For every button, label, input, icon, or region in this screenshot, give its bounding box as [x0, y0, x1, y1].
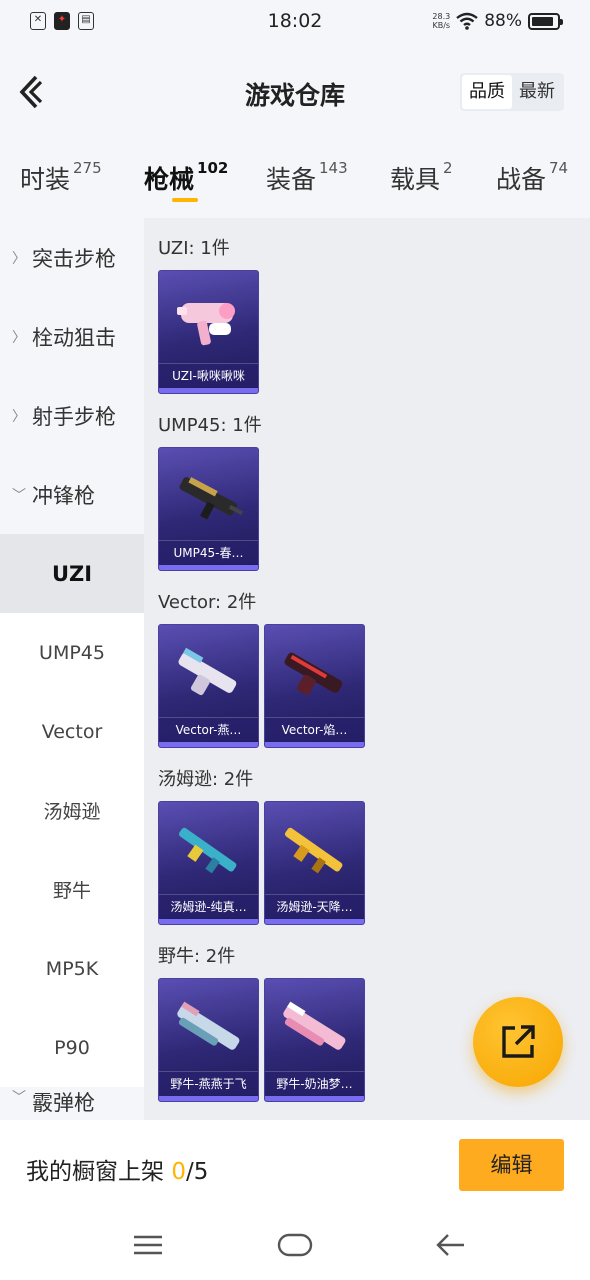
system-nav-bar: [0, 1216, 590, 1280]
sidebar-item-bizon[interactable]: 野牛: [0, 850, 144, 929]
sort-latest-button[interactable]: 最新: [512, 75, 562, 109]
rarity-bar: [159, 742, 258, 747]
item-card-bizon-1[interactable]: 野牛-燕燕于飞: [158, 978, 259, 1102]
vector-white-skin-image: [178, 647, 237, 696]
battery-percent: 88%: [484, 11, 522, 31]
bizon-teal-skin-image: [177, 1001, 240, 1050]
share-fab-button[interactable]: [473, 997, 563, 1087]
item-card-thompson-2[interactable]: 汤姆逊-天降…: [264, 801, 365, 925]
group-title-vector: Vector: 2件: [158, 592, 257, 613]
header: 游戏仓库 品质 最新: [0, 46, 590, 142]
group-title-uzi: UZI: 1件: [158, 238, 230, 259]
tab-equipment[interactable]: 装备 143: [266, 159, 348, 196]
vector-red-skin-image: [284, 652, 343, 696]
item-card-ump45[interactable]: UMP45-春…: [158, 447, 259, 571]
item-name: Vector-燕…: [159, 717, 258, 741]
system-back-button[interactable]: [434, 1230, 468, 1264]
item-name: 野牛-燕燕于飞: [159, 1071, 258, 1095]
item-card-thompson-1[interactable]: 汤姆逊-纯真…: [158, 801, 259, 925]
status-bar: ✕ ✦ ▤ 18:02 28.3 KB/s 88%: [0, 0, 590, 46]
showcase-count: 0: [171, 1159, 186, 1185]
item-card-vector-1[interactable]: Vector-燕…: [158, 624, 259, 748]
thompson-gold-skin-image: [284, 827, 343, 874]
showcase-status: 我的橱窗上架 0/5: [26, 1159, 209, 1185]
item-name: UZI-啾咪啾咪: [159, 363, 258, 387]
item-name: UMP45-春…: [159, 540, 258, 564]
edit-button[interactable]: 编辑: [459, 1139, 564, 1191]
wifi-icon: [456, 12, 478, 30]
menu-button[interactable]: [132, 1230, 164, 1264]
battery-icon: [528, 12, 563, 30]
sidebar-item-mp5k[interactable]: MP5K: [0, 929, 144, 1008]
sidebar-item-ump45[interactable]: UMP45: [0, 613, 144, 692]
ump45-skin-image: [179, 477, 244, 520]
sidebar-item-p90[interactable]: P90: [0, 1008, 144, 1087]
sidebar: 〉 突击步枪 〉 栓动狙击 〉 射手步枪 ﹀ 冲锋枪 UZI UMP45 Vec…: [0, 218, 144, 1120]
group-title-thompson: 汤姆逊: 2件: [158, 769, 254, 790]
tab-firearms[interactable]: 枪械 102: [144, 159, 228, 196]
share-export-icon: [502, 1025, 535, 1058]
tab-supplies[interactable]: 战备 74: [496, 159, 568, 196]
active-tab-indicator: [172, 198, 198, 202]
category-tabs: 时装 275 枪械 102 装备 143 载具 2 战备 74: [0, 150, 590, 214]
rarity-bar: [159, 919, 258, 924]
item-card-vector-2[interactable]: Vector-焰…: [264, 624, 365, 748]
thompson-blue-skin-image: [178, 827, 237, 874]
sidebar-category-shotgun[interactable]: ﹀ 霰弹枪: [0, 1087, 144, 1120]
item-name: Vector-焰…: [265, 717, 364, 741]
rarity-bar: [265, 919, 364, 924]
sidebar-item-vector[interactable]: Vector: [0, 692, 144, 771]
chevron-down-icon: ﹀: [12, 1090, 26, 1106]
rarity-bar: [265, 1096, 364, 1101]
battery-level: [532, 16, 554, 26]
net-speed: 28.3 KB/s: [432, 12, 451, 30]
uzi-pink-skin-image: [177, 303, 235, 346]
menu-icon: [134, 1235, 162, 1255]
showcase-bar: 我的橱窗上架 0/5 编辑: [0, 1120, 590, 1216]
rarity-bar: [159, 388, 258, 393]
sidebar-item-thompson[interactable]: 汤姆逊: [0, 771, 144, 850]
back-icon: [436, 1234, 464, 1256]
sidebar-category-assault-rifle[interactable]: 〉 突击步枪: [0, 218, 144, 297]
rarity-bar: [159, 565, 258, 570]
chevron-right-icon: 〉: [12, 329, 26, 346]
sort-toggle: 品质 最新: [460, 73, 564, 111]
home-button[interactable]: [277, 1230, 313, 1264]
item-card-bizon-2[interactable]: 野牛-奶油梦…: [264, 978, 365, 1102]
sort-quality-button[interactable]: 品质: [462, 75, 512, 109]
chevron-down-icon: ﹀: [12, 487, 26, 504]
tab-vehicles[interactable]: 载具 2: [390, 159, 453, 196]
sidebar-category-smg[interactable]: ﹀ 冲锋枪: [0, 455, 144, 534]
rarity-bar: [265, 742, 364, 747]
bizon-pink-skin-image: [283, 1001, 346, 1050]
item-name: 野牛-奶油梦…: [265, 1071, 364, 1095]
status-right: 28.3 KB/s 88%: [432, 11, 563, 31]
group-title-bizon: 野牛: 2件: [158, 946, 236, 967]
chevron-right-icon: 〉: [12, 408, 26, 425]
item-name: 汤姆逊-天降…: [265, 894, 364, 918]
chevron-right-icon: 〉: [12, 250, 26, 267]
group-title-ump45: UMP45: 1件: [158, 415, 262, 436]
rarity-bar: [159, 1096, 258, 1101]
item-card-uzi[interactable]: UZI-啾咪啾咪: [158, 270, 259, 394]
item-grid: UZI: 1件 UZI-啾咪啾咪 UMP45: 1件 UMP45-春… Vect…: [144, 218, 590, 1120]
tab-fashion[interactable]: 时装 275: [20, 159, 102, 196]
item-name: 汤姆逊-纯真…: [159, 894, 258, 918]
home-icon: [277, 1233, 313, 1257]
sidebar-category-marksman-rifle[interactable]: 〉 射手步枪: [0, 376, 144, 455]
sidebar-item-uzi[interactable]: UZI: [0, 534, 144, 613]
sidebar-category-bolt-sniper[interactable]: 〉 栓动狙击: [0, 297, 144, 376]
